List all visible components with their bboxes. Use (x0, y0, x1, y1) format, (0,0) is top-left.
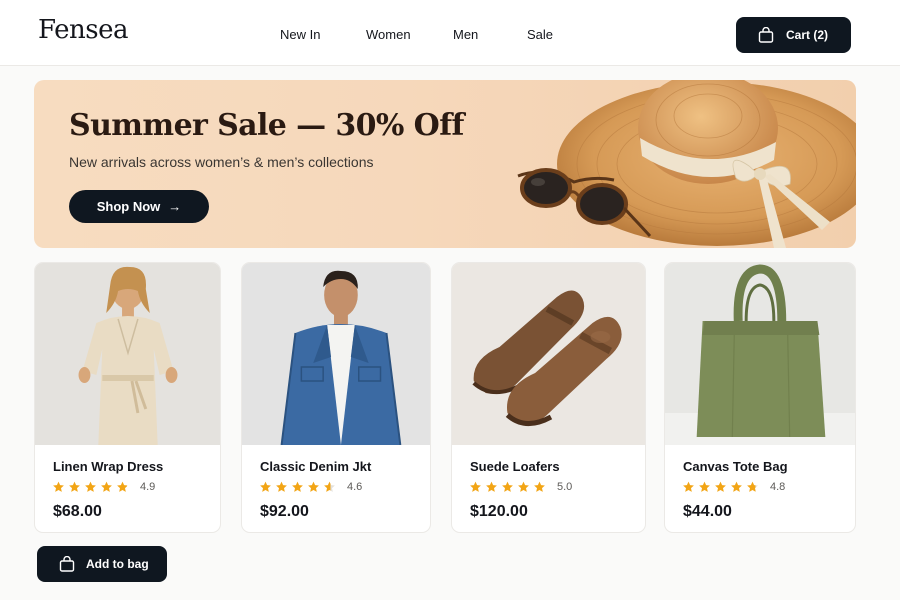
star-full-icon (53, 481, 64, 492)
star-half-icon (117, 481, 128, 492)
hero-image-hat-sunglasses (517, 80, 856, 248)
product-card[interactable]: Classic Denim Jkt 4.6 $92.00 (241, 262, 431, 533)
shopping-bag-icon (59, 556, 75, 572)
star-rating: 5.0 (469, 481, 572, 493)
nav-item-men[interactable]: Men (453, 27, 478, 42)
product-price: $120.00 (470, 503, 528, 520)
hero-subtitle: New arrivals across women’s & men’s coll… (69, 154, 374, 170)
shopping-bag-icon (758, 27, 774, 43)
product-image-suede-loafers[interactable] (452, 263, 645, 445)
star-full-icon (276, 481, 287, 492)
product-price: $68.00 (53, 503, 102, 520)
product-image-linen-wrap-dress[interactable] (35, 263, 220, 445)
product-name[interactable]: Linen Wrap Dress (53, 459, 163, 474)
product-card[interactable]: Linen Wrap Dress 4.9 $68.00 (34, 262, 221, 533)
page: Fensea New In Women Men Sale Cart (2) Su… (0, 0, 900, 600)
add-to-bag-label: Add to bag (86, 557, 149, 571)
star-full-icon (101, 481, 112, 492)
star-full-icon (308, 481, 319, 492)
site-header: Fensea New In Women Men Sale Cart (2) (0, 0, 900, 66)
product-price: $44.00 (683, 503, 732, 520)
star-rating: 4.8 (682, 481, 785, 493)
rating-value: 4.6 (347, 481, 363, 493)
product-name[interactable]: Canvas Tote Bag (683, 459, 788, 474)
brand-logo[interactable]: Fensea (38, 15, 128, 45)
arrow-right-icon: → (168, 199, 182, 214)
nav-item-women[interactable]: Women (366, 27, 411, 42)
cart-label: Cart (2) (786, 28, 829, 42)
star-full-icon (470, 481, 481, 492)
nav-item-sale[interactable]: Sale (527, 27, 553, 42)
rating-value: 4.8 (770, 481, 786, 493)
product-name[interactable]: Suede Loafers (470, 459, 560, 474)
rating-value: 5.0 (557, 481, 573, 493)
product-name[interactable]: Classic Denim Jkt (260, 459, 371, 474)
star-full-icon (486, 481, 497, 492)
star-full-icon (731, 481, 742, 492)
star-full-icon (69, 481, 80, 492)
star-full-icon (502, 481, 513, 492)
product-card[interactable]: Suede Loafers 5.0 $120.00 (451, 262, 646, 533)
star-full-icon (85, 481, 96, 492)
star-full-icon (699, 481, 710, 492)
star-rating: 4.9 (52, 481, 155, 493)
hero-banner: Summer Sale — 30% Off New arrivals acros… (34, 80, 856, 248)
product-image-canvas-tote-bag[interactable] (665, 263, 855, 445)
shop-now-button[interactable]: Shop Now → (69, 190, 209, 223)
product-price: $92.00 (260, 503, 309, 520)
star-rating: 4.6 (259, 481, 362, 493)
star-full-icon (683, 481, 694, 492)
star-full-icon (260, 481, 271, 492)
product-card[interactable]: Canvas Tote Bag 4.8 $44.00 (664, 262, 856, 533)
product-image-classic-denim-jacket[interactable] (242, 263, 430, 445)
shop-now-label: Shop Now (96, 199, 161, 214)
nav-item-new-in[interactable]: New In (280, 27, 320, 42)
star-full-icon (518, 481, 529, 492)
star-full-icon (292, 481, 303, 492)
cart-button[interactable]: Cart (2) (736, 17, 851, 53)
star-full-icon (715, 481, 726, 492)
add-to-bag-button[interactable]: Add to bag (37, 546, 167, 582)
rating-value: 4.9 (140, 481, 156, 493)
hero-title: Summer Sale — 30% Off (69, 108, 464, 143)
star-half-icon (324, 481, 335, 492)
star-half-icon (747, 481, 758, 492)
star-full-icon (534, 481, 545, 492)
